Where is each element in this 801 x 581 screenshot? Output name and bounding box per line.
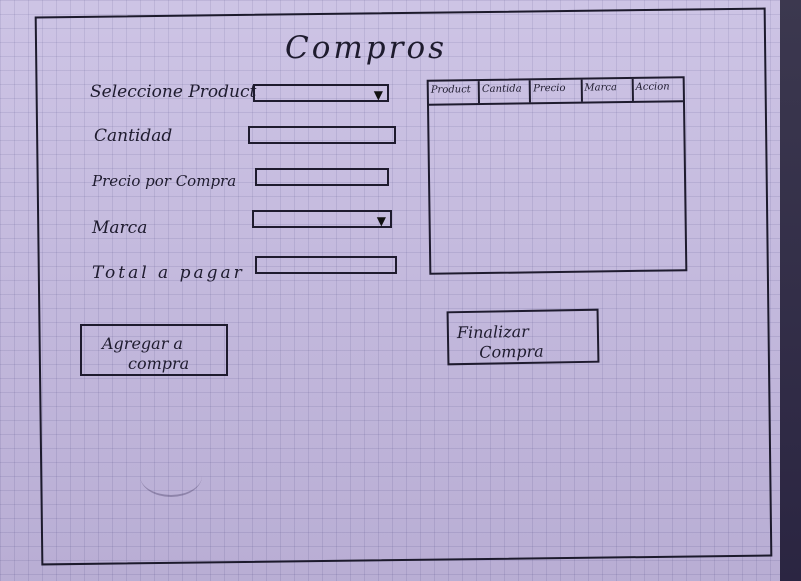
column-header-producto[interactable]: Product <box>428 81 481 104</box>
producto-label: Seleccione Product <box>90 82 257 102</box>
cantidad-label: Cantidad <box>94 126 173 146</box>
precio-input[interactable] <box>255 168 389 186</box>
column-header-precio[interactable]: Precio <box>531 79 583 103</box>
finalizar-button-label-line2: Compra <box>479 341 544 362</box>
finalizar-button-label-line1: Finalizar <box>456 321 529 343</box>
producto-select[interactable]: ▼ <box>253 84 389 102</box>
agregar-button-label-line2: compra <box>128 354 190 373</box>
finalizar-compra-button[interactable]: Finalizar Compra <box>446 308 600 366</box>
column-header-accion[interactable]: Accion <box>633 78 683 101</box>
chevron-down-icon: ▼ <box>373 88 383 102</box>
cantidad-input[interactable] <box>248 126 396 144</box>
chevron-down-icon: ▼ <box>376 214 386 228</box>
window-title: Compros <box>285 30 448 66</box>
precio-label: Precio por Compra <box>92 172 237 190</box>
column-header-marca[interactable]: Marca <box>582 78 634 102</box>
agregar-button-label-line1: Agregar a <box>102 334 183 353</box>
agregar-compra-button[interactable]: Agregar a compra <box>80 324 228 376</box>
table-header: Product Cantida Precio Marca Accion <box>428 78 683 106</box>
table-body <box>429 102 685 266</box>
total-input[interactable] <box>255 256 397 274</box>
marca-label: Marca <box>92 218 148 238</box>
pencil-smudge <box>140 455 202 497</box>
total-label: Total a pagar <box>92 263 245 283</box>
compras-table: Product Cantida Precio Marca Accion <box>426 76 688 275</box>
column-header-cantidad[interactable]: Cantida <box>479 80 532 104</box>
marca-select[interactable]: ▼ <box>252 210 392 228</box>
